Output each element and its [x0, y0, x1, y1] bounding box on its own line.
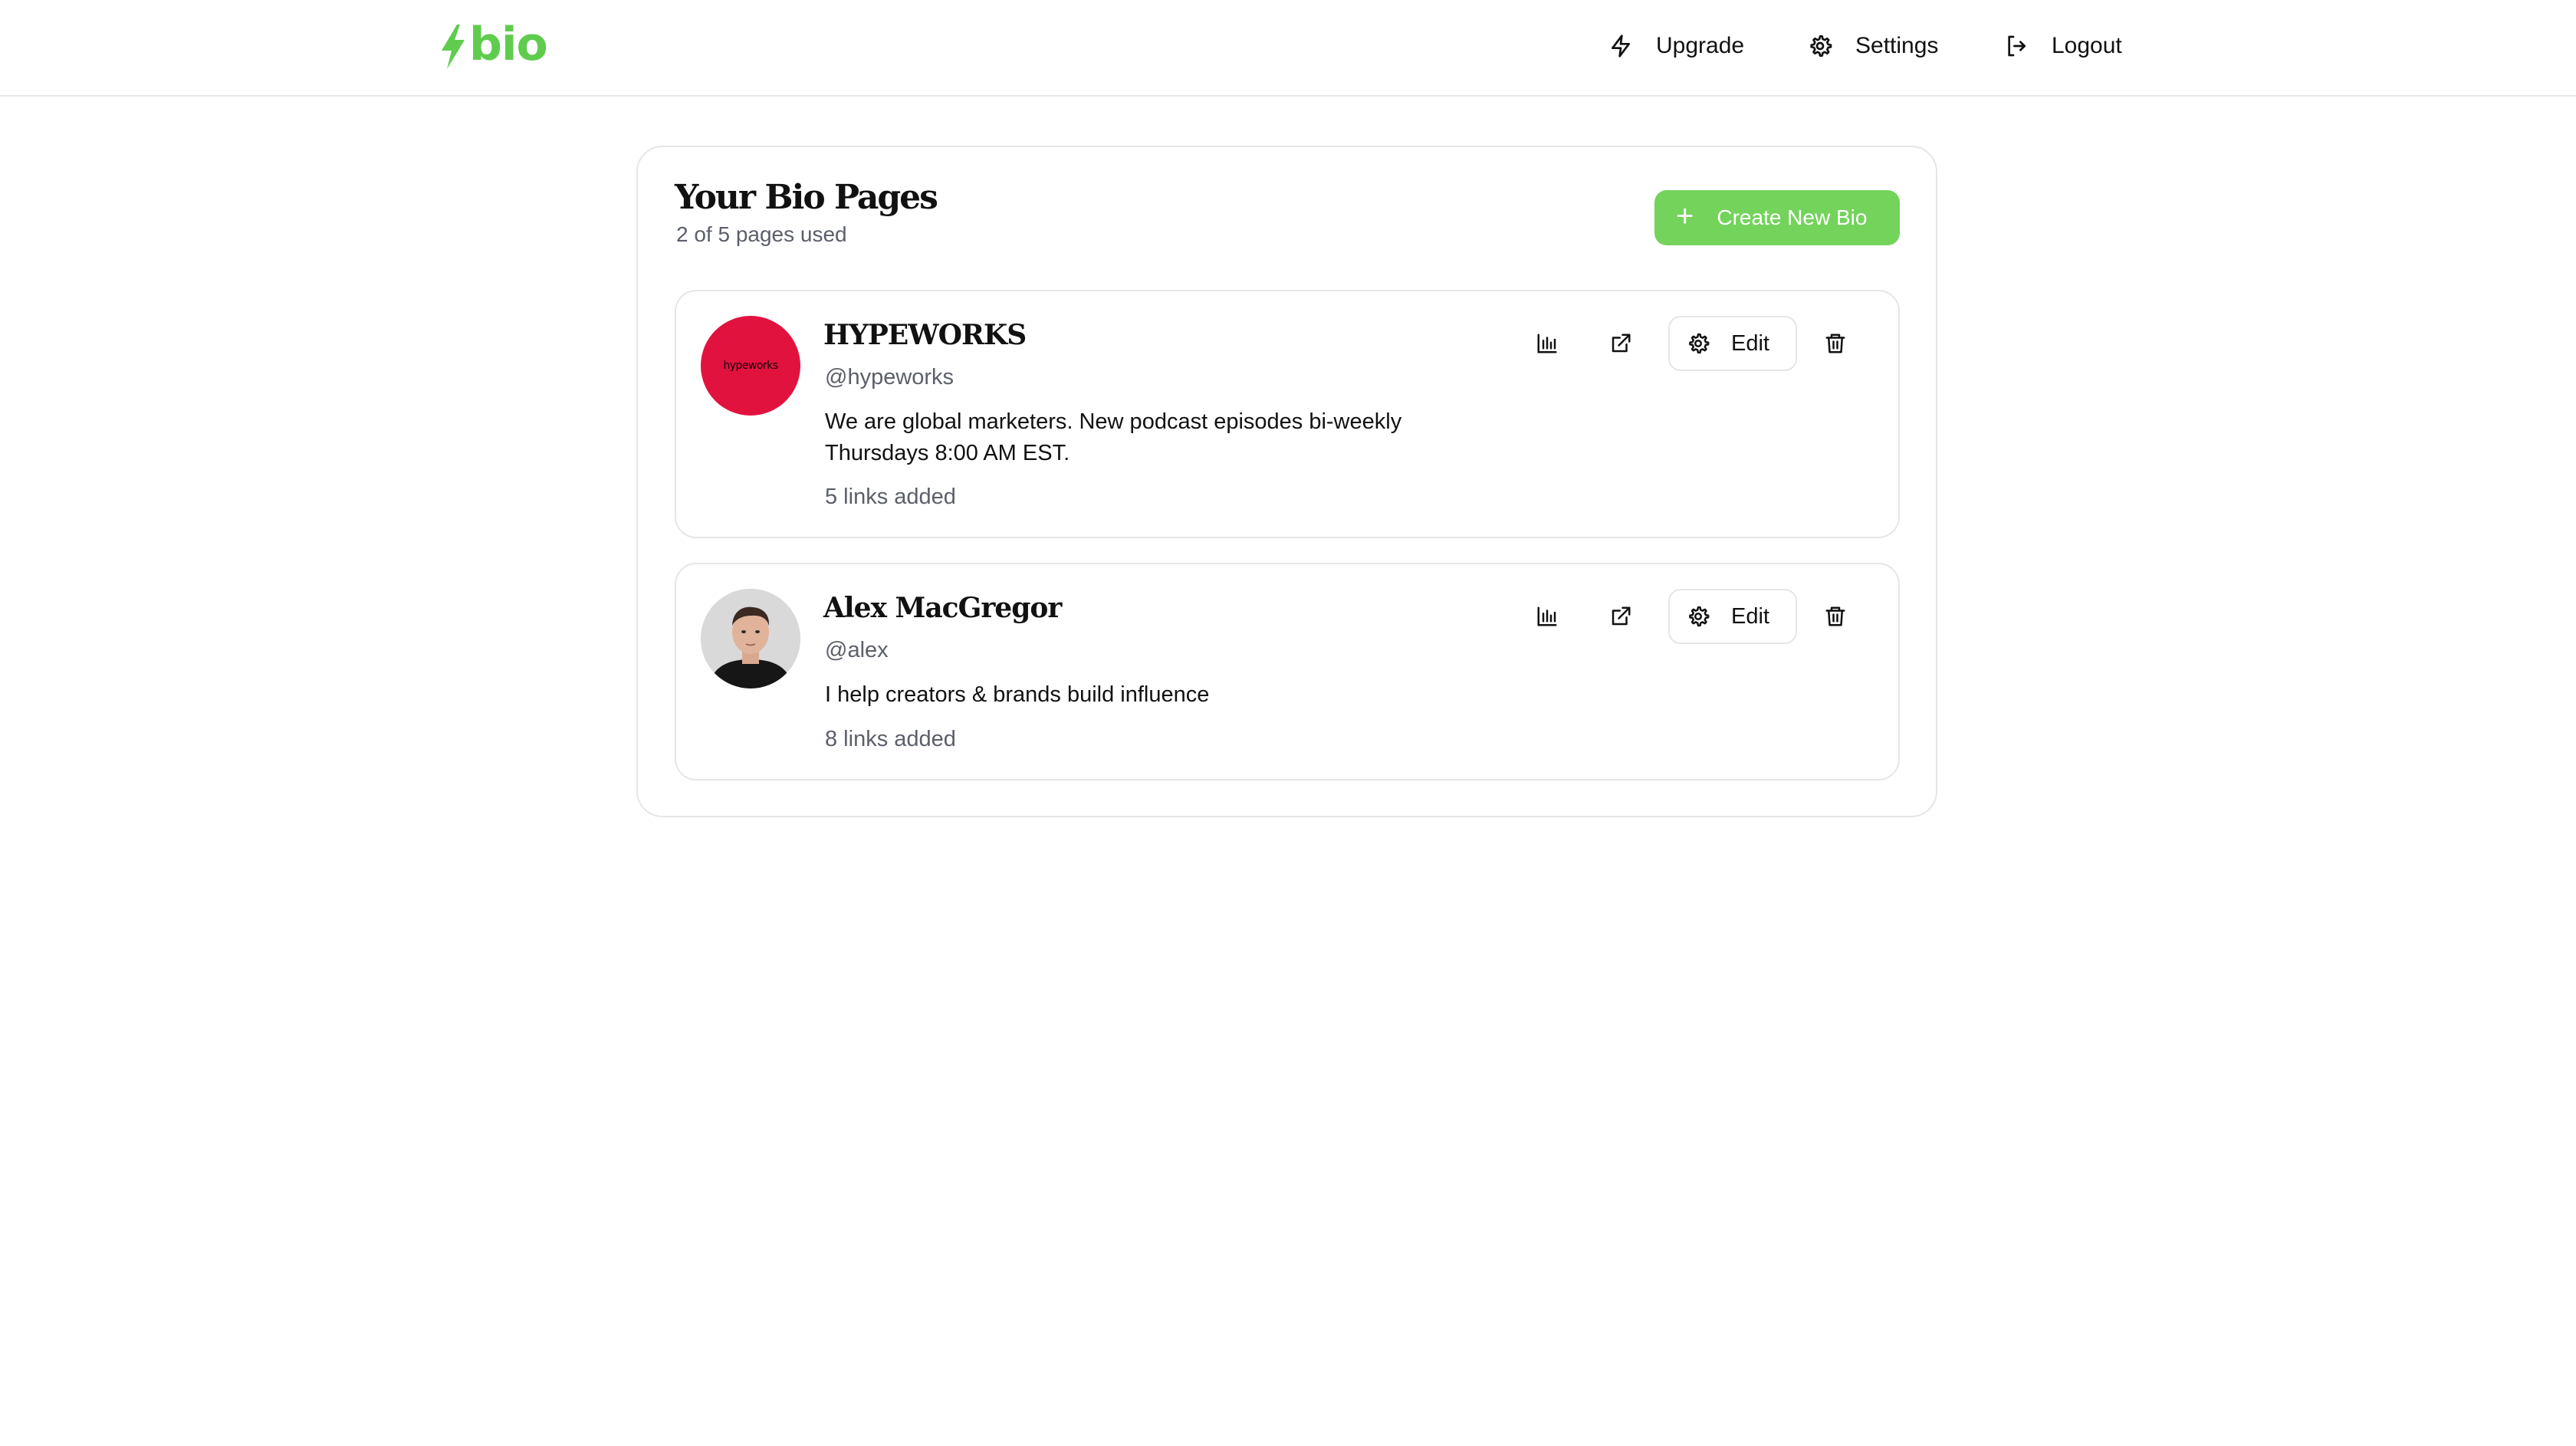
nav-logout-label: Logout — [2052, 33, 2122, 58]
nav-settings-button[interactable]: Settings — [1808, 23, 1938, 69]
page-title: Your Bio Pages — [675, 178, 938, 217]
edit-label: Edit — [1731, 330, 1769, 356]
bar-chart-icon — [1537, 606, 1557, 626]
delete-bio-button[interactable] — [1808, 316, 1863, 371]
links-count: 8 links added — [825, 727, 956, 751]
nav-logout-button[interactable]: Logout — [2004, 23, 2122, 69]
bar-chart-icon — [1537, 334, 1557, 353]
edit-bio-button[interactable]: Edit — [1668, 589, 1797, 644]
gear-icon — [1810, 35, 1832, 57]
external-link-icon — [1612, 606, 1631, 626]
gear-icon — [1689, 333, 1710, 354]
trash-icon — [1825, 606, 1845, 626]
lightning-logo-icon — [442, 25, 465, 69]
logout-icon — [2008, 35, 2026, 57]
bio-name: Alex MacGregor — [823, 592, 1062, 624]
bio-card[interactable]: hypeworks HYPEWORKS @hypeworks We are gl… — [675, 290, 1900, 538]
edit-bio-button[interactable]: Edit — [1668, 316, 1797, 371]
stats-button[interactable] — [1520, 589, 1575, 644]
top-navbar: bio Upgrade Settings Logout — [0, 0, 2576, 97]
delete-bio-button[interactable] — [1808, 589, 1863, 644]
edit-label: Edit — [1731, 603, 1769, 629]
bio-handle: @alex — [825, 638, 889, 662]
bio-pages-panel: Your Bio Pages 2 of 5 pages used + Creat… — [636, 146, 1937, 817]
avatar-wordmark: hypeworks — [723, 360, 778, 372]
bio-description: We are global marketers. New podcast epi… — [825, 409, 1402, 465]
links-count: 5 links added — [825, 485, 956, 509]
open-bio-button[interactable] — [1593, 589, 1648, 644]
trash-icon — [1825, 334, 1845, 353]
stats-button[interactable] — [1520, 316, 1575, 371]
plus-icon: + — [1676, 199, 1694, 233]
bio-card[interactable]: Alex MacGregor @alex I help creators & b… — [675, 563, 1900, 781]
bio-description: I help creators & brands build influence — [825, 682, 1210, 707]
nav-upgrade-label: Upgrade — [1656, 33, 1745, 58]
pages-usage-text: 2 of 5 pages used — [676, 222, 847, 246]
bio-handle: @hypeworks — [825, 365, 955, 389]
create-new-bio-label: Create New Bio — [1717, 205, 1868, 229]
bio-name: HYPEWORKS — [823, 319, 1027, 351]
nav-upgrade-button[interactable]: Upgrade — [1608, 23, 1744, 69]
external-link-icon — [1612, 334, 1631, 353]
nav-settings-label: Settings — [1855, 33, 1939, 58]
gear-icon — [1689, 606, 1710, 627]
logo-text: bio — [469, 18, 548, 71]
open-bio-button[interactable] — [1593, 316, 1648, 371]
create-new-bio-button[interactable]: + Create New Bio — [1654, 190, 1900, 245]
lightning-icon — [1612, 35, 1630, 58]
avatar: hypeworks — [701, 316, 800, 416]
brand-logo[interactable]: bio — [440, 18, 548, 72]
avatar — [701, 589, 800, 688]
person-portrait-icon — [701, 589, 800, 688]
